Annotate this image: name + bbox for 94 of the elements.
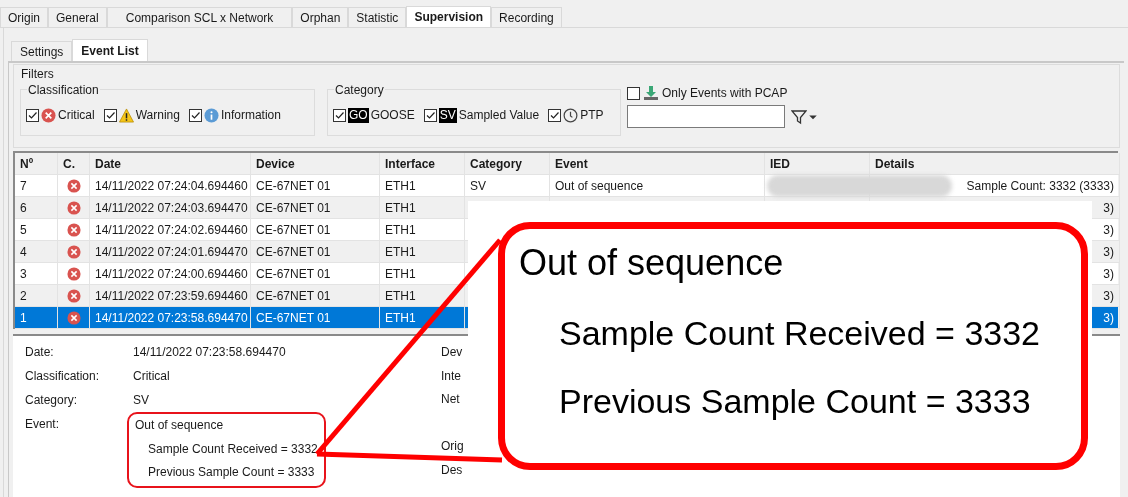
table-cell-text: 5 bbox=[20, 221, 27, 239]
callout-text: Sample Count Received = 3332 bbox=[558, 313, 1042, 353]
tab[interactable]: Statistic bbox=[348, 7, 407, 27]
callout-text: Previous Sample Count = 3333 bbox=[558, 381, 1032, 421]
table-cell-text: CE-67NET 01 bbox=[256, 287, 331, 305]
field-label: Des bbox=[441, 461, 464, 479]
table-cell-text: 6 bbox=[20, 199, 27, 217]
filter-button[interactable] bbox=[791, 108, 819, 125]
tab[interactable]: Comparison SCL x Network bbox=[106, 7, 293, 27]
table-cell-text: 3 bbox=[20, 265, 27, 283]
table-cell-text: 2 bbox=[20, 287, 27, 305]
filter-label: Information bbox=[220, 107, 281, 124]
warning-icon bbox=[118, 107, 134, 123]
checkbox[interactable] bbox=[333, 108, 346, 122]
field-label: Dev bbox=[441, 344, 464, 361]
field-label: Inte bbox=[441, 367, 462, 385]
critical-icon bbox=[66, 178, 81, 193]
field-label: Event: bbox=[25, 416, 61, 433]
table-cell-text: 3) bbox=[1103, 243, 1114, 261]
filter-label: Critical bbox=[58, 107, 95, 124]
table-cell-text: ETH1 bbox=[385, 199, 416, 217]
table-cell-text: 7 bbox=[20, 177, 27, 195]
table-cell-text: CE-67NET 01 bbox=[256, 221, 331, 239]
field-value: Out of sequence bbox=[135, 417, 225, 434]
checkbox[interactable] bbox=[26, 108, 39, 122]
table-cell-text: CE-67NET 01 bbox=[256, 199, 331, 217]
table-cell-text: CE-67NET 01 bbox=[256, 265, 331, 283]
field-label: Date: bbox=[25, 344, 55, 361]
table-cell-text: 14/11/2022 07:24:02.694460 bbox=[95, 221, 248, 239]
table-cell-text: ETH1 bbox=[385, 177, 416, 195]
table-cell-text: 3) bbox=[1103, 309, 1114, 327]
field-value: Sample Count Received = 3332 bbox=[147, 441, 318, 458]
search-field[interactable] bbox=[627, 105, 785, 128]
table-cell-text: ETH1 bbox=[385, 265, 416, 283]
field-value: 14/11/2022 07:23:58.694470 bbox=[133, 344, 286, 361]
table-cell-text: 3) bbox=[1103, 287, 1114, 305]
filter-label: Only Events with PCAP bbox=[662, 85, 788, 102]
table-cell-text: CE-67NET 01 bbox=[256, 243, 331, 261]
filter-icon bbox=[791, 108, 807, 125]
table-cell-text: Out of sequence bbox=[555, 177, 644, 195]
checkbox[interactable] bbox=[423, 108, 437, 122]
clock-icon bbox=[563, 107, 579, 123]
critical-icon bbox=[66, 222, 81, 237]
checkbox[interactable] bbox=[188, 108, 202, 122]
category-badge: SV bbox=[438, 107, 457, 123]
table-cell-text: 3) bbox=[1103, 221, 1114, 239]
tab[interactable]: Supervision bbox=[406, 6, 492, 27]
callout-title: Out of sequence bbox=[519, 241, 785, 285]
field-value: Previous Sample Count = 3333 bbox=[147, 464, 316, 481]
field-value: Critical bbox=[133, 368, 170, 385]
table-cell-text: 4 bbox=[20, 243, 27, 261]
table-cell-text: SV bbox=[470, 177, 486, 195]
field-label: Net bbox=[441, 391, 461, 408]
tab[interactable]: Event List bbox=[72, 39, 148, 61]
table-cell-text: 1 bbox=[20, 309, 27, 327]
tab[interactable]: Recording bbox=[491, 7, 562, 27]
tab[interactable]: General bbox=[48, 7, 107, 27]
filter-label: Warning bbox=[135, 107, 180, 124]
critical-icon bbox=[66, 200, 81, 215]
tab[interactable]: Orphan bbox=[292, 7, 349, 27]
filter-label: GOOSE bbox=[370, 107, 415, 124]
critical-icon bbox=[66, 266, 81, 281]
table-cell-text: ETH1 bbox=[385, 243, 416, 261]
table-cell-text: ETH1 bbox=[385, 221, 416, 239]
critical-icon bbox=[66, 310, 81, 325]
info-icon bbox=[203, 107, 219, 123]
table-cell-text: CE-67NET 01 bbox=[256, 309, 331, 327]
tab[interactable]: Origin bbox=[0, 7, 48, 27]
table-cell-text: 14/11/2022 07:24:04.694460 bbox=[95, 177, 248, 195]
field-label: Category: bbox=[25, 392, 79, 409]
table-cell-text: 14/11/2022 07:24:00.694460 bbox=[95, 265, 248, 283]
category-badge: GO bbox=[348, 107, 369, 123]
field-label: Classification: bbox=[25, 368, 101, 385]
table-cell-text: 14/11/2022 07:23:58.694470 bbox=[95, 309, 248, 327]
table-cell-text: 14/11/2022 07:23:59.694460 bbox=[95, 287, 248, 305]
filter-label: Sampled Value bbox=[458, 107, 540, 124]
checkbox[interactable] bbox=[103, 108, 117, 122]
filter-label: PTP bbox=[580, 107, 604, 124]
table-cell-text: ETH1 bbox=[385, 287, 416, 305]
table-cell-text: 3) bbox=[1103, 265, 1114, 283]
critical-icon bbox=[66, 288, 81, 303]
table-cell-text: 14/11/2022 07:24:01.694470 bbox=[95, 243, 248, 261]
critical-icon bbox=[66, 244, 81, 259]
table-cell-text: ETH1 bbox=[385, 309, 416, 327]
field-value: SV bbox=[133, 392, 149, 409]
table-cell-text: CE-67NET 01 bbox=[256, 177, 331, 195]
critical-icon bbox=[41, 107, 56, 123]
table-cell-text: 14/11/2022 07:24:03.694470 bbox=[95, 199, 248, 217]
field-label: Orig bbox=[441, 438, 464, 455]
checkbox[interactable] bbox=[627, 86, 640, 100]
table-cell-text: Sample Count: 3332 (3333) bbox=[966, 177, 1114, 195]
download-icon bbox=[643, 85, 659, 101]
table-cell-text: 3) bbox=[1103, 199, 1114, 217]
checkbox[interactable] bbox=[548, 108, 562, 122]
